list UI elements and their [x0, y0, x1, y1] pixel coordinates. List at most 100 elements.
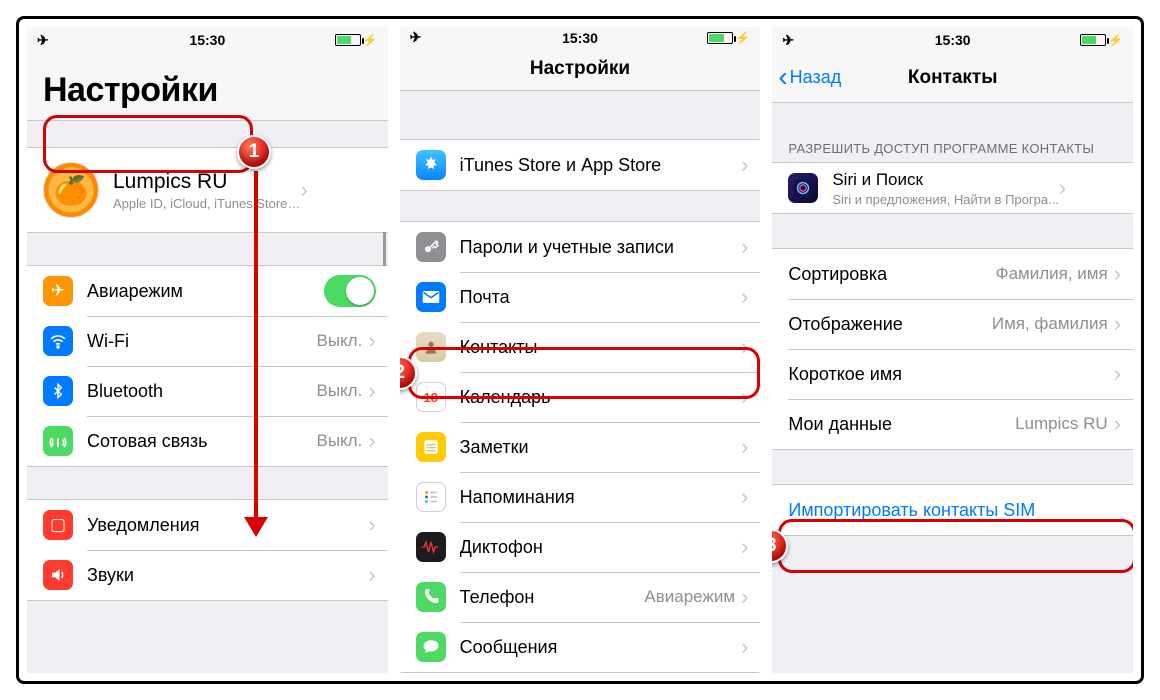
messages-label: Сообщения	[460, 637, 741, 658]
bluetooth-icon	[43, 376, 73, 406]
sort-order-row[interactable]: Сортировка Фамилия, имя ›	[772, 249, 1133, 299]
sounds-icon	[43, 560, 73, 590]
messages-row[interactable]: Сообщения ›	[400, 622, 761, 672]
airplane-mode-toggle[interactable]	[324, 275, 376, 307]
siri-sub: Siri и предложения, Найти в Програ...	[832, 192, 1059, 207]
phone-icon	[416, 582, 446, 612]
display-label: Отображение	[788, 314, 992, 335]
profile-name: Lumpics RU	[113, 170, 300, 194]
contacts-icon	[416, 332, 446, 362]
chevron-right-icon: ›	[741, 386, 748, 408]
voicememos-label: Диктофон	[460, 537, 741, 558]
siri-label: Siri и Поиск	[832, 170, 1059, 190]
nav-title: Настройки	[530, 58, 630, 80]
import-sim-row[interactable]: Импортировать контакты SIM	[772, 485, 1133, 535]
bluetooth-value: Выкл.	[317, 381, 363, 401]
calendar-label: Календарь	[460, 387, 741, 408]
reminders-label: Напоминания	[460, 487, 741, 508]
profile-avatar: 🍊	[43, 162, 99, 218]
chevron-right-icon: ›	[741, 236, 748, 258]
reminders-icon	[416, 482, 446, 512]
sounds-label: Звуки	[87, 565, 368, 586]
arrow-head-icon	[244, 517, 268, 537]
mydata-value: Lumpics RU	[1015, 414, 1108, 434]
notifications-row[interactable]: ▢ Уведомления ›	[27, 500, 388, 550]
status-time: 15:30	[935, 32, 971, 48]
passwords-row[interactable]: Пароли и учетные записи ›	[400, 222, 761, 272]
airplane-mode-status-icon: ✈	[410, 29, 422, 46]
step-marker-1: 1	[237, 135, 271, 169]
itunes-label: iTunes Store и App Store	[460, 155, 741, 176]
chevron-right-icon: ›	[741, 336, 748, 358]
arrow-line	[254, 171, 258, 519]
mydata-label: Мои данные	[788, 414, 1015, 435]
notifications-icon: ▢	[43, 510, 73, 540]
status-time: 15:30	[562, 30, 598, 46]
panel-settings-root: ✈ 15:30 ⚡ Настройки 🍊 Lumpics RU Apple I…	[27, 27, 388, 673]
import-sim-label: Импортировать контакты SIM	[788, 500, 1121, 521]
battery-indicator: ⚡	[1080, 33, 1123, 47]
cellular-icon	[43, 426, 73, 456]
siri-icon	[788, 173, 818, 203]
bluetooth-row[interactable]: Bluetooth Выкл. ›	[27, 366, 388, 416]
display-value: Имя, фамилия	[992, 314, 1108, 334]
wifi-value: Выкл.	[317, 331, 363, 351]
messages-icon	[416, 632, 446, 662]
back-label: Назад	[790, 67, 842, 88]
itunes-row[interactable]: iTunes Store и App Store ›	[400, 140, 761, 190]
charging-icon: ⚡	[735, 31, 750, 45]
large-title-bar: Настройки	[27, 53, 388, 121]
chevron-right-icon: ›	[1059, 177, 1066, 199]
sort-label: Сортировка	[788, 264, 995, 285]
cellular-row[interactable]: Сотовая связь Выкл. ›	[27, 416, 388, 466]
wifi-icon	[43, 326, 73, 356]
notifications-label: Уведомления	[87, 515, 368, 536]
phone-row[interactable]: Телефон Авиарежим ›	[400, 572, 761, 622]
chevron-right-icon: ›	[741, 436, 748, 458]
chevron-right-icon: ›	[368, 430, 375, 452]
chevron-right-icon: ›	[368, 514, 375, 536]
appleid-profile-row[interactable]: 🍊 Lumpics RU Apple ID, iCloud, iTunes St…	[27, 148, 388, 232]
chevron-left-icon: ‹	[778, 69, 787, 86]
charging-icon: ⚡	[1108, 33, 1123, 47]
contacts-row[interactable]: Контакты ›	[400, 322, 761, 372]
chevron-right-icon: ›	[1114, 263, 1121, 285]
airplane-mode-label: Авиарежим	[87, 281, 324, 302]
panel-settings-list: ✈ 15:30 ⚡ Настройки iTunes Store и App S…	[400, 27, 761, 673]
wifi-row[interactable]: Wi-Fi Выкл. ›	[27, 316, 388, 366]
mail-row[interactable]: Почта ›	[400, 272, 761, 322]
calendar-row[interactable]: 18 Календарь ›	[400, 372, 761, 422]
chevron-right-icon: ›	[1114, 413, 1121, 435]
display-order-row[interactable]: Отображение Имя, фамилия ›	[772, 299, 1133, 349]
panel-contacts-settings: ✈ 15:30 ⚡ ‹ Назад Контакты РАЗРЕШИТЬ ДОС…	[772, 27, 1133, 673]
sounds-row[interactable]: Звуки ›	[27, 550, 388, 600]
chevron-right-icon: ›	[368, 330, 375, 352]
chevron-right-icon: ›	[741, 286, 748, 308]
siri-search-row[interactable]: Siri и Поиск Siri и предложения, Найти в…	[772, 163, 1133, 213]
short-name-row[interactable]: Короткое имя ›	[772, 349, 1133, 399]
airplane-mode-row[interactable]: ✈ Авиарежим	[27, 266, 388, 316]
airplane-mode-status-icon: ✈	[782, 32, 794, 49]
chevron-right-icon: ›	[300, 179, 307, 201]
back-button[interactable]: ‹ Назад	[778, 67, 841, 88]
reminders-row[interactable]: Напоминания ›	[400, 472, 761, 522]
shortname-label: Короткое имя	[788, 364, 1113, 385]
notes-row[interactable]: Заметки ›	[400, 422, 761, 472]
wifi-label: Wi-Fi	[87, 331, 317, 352]
chevron-right-icon: ›	[368, 564, 375, 586]
cellular-value: Выкл.	[317, 431, 363, 451]
nav-title: Контакты	[908, 67, 998, 89]
chevron-right-icon: ›	[1114, 363, 1121, 385]
chevron-right-icon: ›	[741, 154, 748, 176]
chevron-right-icon: ›	[1114, 313, 1121, 335]
nav-bar: Настройки	[400, 49, 761, 91]
my-info-row[interactable]: Мои данные Lumpics RU ›	[772, 399, 1133, 449]
chevron-right-icon: ›	[741, 536, 748, 558]
nav-bar: ‹ Назад Контакты	[772, 53, 1133, 103]
airplane-mode-status-icon: ✈	[37, 32, 49, 49]
calendar-icon: 18	[416, 382, 446, 412]
phone-value: Авиарежим	[644, 587, 735, 607]
sort-value: Фамилия, имя	[996, 264, 1108, 284]
voicememos-row[interactable]: Диктофон ›	[400, 522, 761, 572]
appstore-icon	[416, 150, 446, 180]
